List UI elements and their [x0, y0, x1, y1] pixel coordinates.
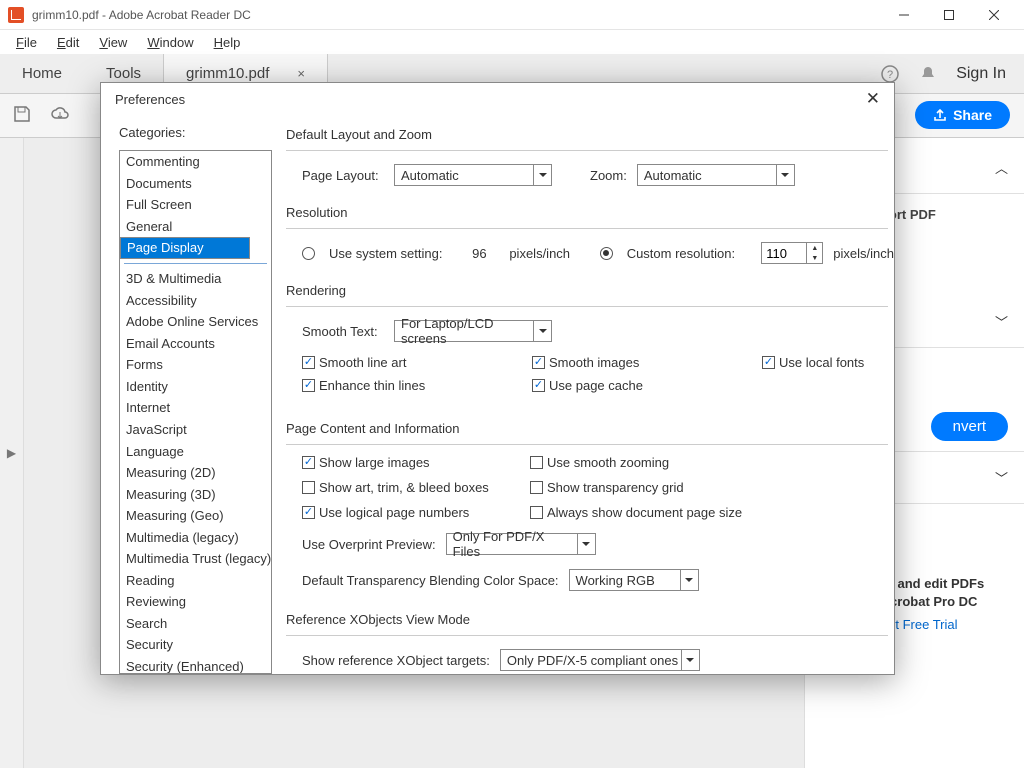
menu-view[interactable]: View: [91, 33, 135, 52]
category-item[interactable]: Page Display: [120, 237, 250, 259]
svg-text:?: ?: [887, 69, 893, 81]
convert-button[interactable]: nvert: [931, 412, 1008, 441]
category-item[interactable]: Security (Enhanced): [120, 656, 271, 674]
category-item[interactable]: 3D & Multimedia: [120, 268, 271, 290]
page-layout-label: Page Layout:: [302, 168, 384, 183]
smooth-line-art-checkbox[interactable]: Smooth line art: [302, 355, 472, 370]
chevron-down-icon[interactable]: ﹀: [995, 468, 1008, 487]
blending-label: Default Transparency Blending Color Spac…: [302, 573, 559, 588]
show-page-size-checkbox[interactable]: Always show document page size: [530, 505, 790, 520]
category-item[interactable]: Accessibility: [120, 290, 271, 312]
use-smooth-zooming-checkbox[interactable]: Use smooth zooming: [530, 455, 790, 470]
smooth-text-label: Smooth Text:: [302, 324, 384, 339]
categories-list[interactable]: CommentingDocumentsFull ScreenGeneralPag…: [119, 150, 272, 674]
window-title: grimm10.pdf - Adobe Acrobat Reader DC: [32, 8, 251, 22]
category-item[interactable]: Identity: [120, 376, 271, 398]
maximize-button[interactable]: [926, 1, 971, 29]
enhance-thin-lines-checkbox[interactable]: Enhance thin lines: [302, 378, 472, 393]
xobject-targets-select[interactable]: Only PDF/X-5 compliant ones: [500, 649, 700, 671]
dialog-title: Preferences: [115, 92, 185, 107]
tab-document-label: grimm10.pdf: [186, 65, 269, 82]
logical-page-numbers-checkbox[interactable]: Use logical page numbers: [302, 505, 522, 520]
system-setting-label: Use system setting:: [329, 246, 442, 261]
custom-resolution-label: Custom resolution:: [627, 246, 735, 261]
close-button[interactable]: [971, 1, 1016, 29]
category-item[interactable]: Search: [120, 613, 271, 635]
category-item[interactable]: General: [120, 216, 271, 238]
dialog-close-icon[interactable]: ✕: [866, 89, 880, 109]
title-bar: grimm10.pdf - Adobe Acrobat Reader DC: [0, 0, 1024, 30]
system-setting-unit: pixels/inch: [509, 246, 570, 261]
chevron-up-icon[interactable]: ︿: [995, 158, 1008, 177]
chevron-down-icon[interactable]: ﹀: [995, 312, 1008, 331]
category-item[interactable]: Reviewing: [120, 591, 271, 613]
category-item[interactable]: Forms: [120, 354, 271, 376]
show-boxes-checkbox[interactable]: Show art, trim, & bleed boxes: [302, 480, 522, 495]
help-icon[interactable]: ?: [880, 64, 900, 84]
category-item[interactable]: Documents: [120, 173, 271, 195]
smooth-text-select[interactable]: For Laptop/LCD screens: [394, 320, 552, 342]
menu-window[interactable]: Window: [139, 33, 201, 52]
custom-resolution-unit: pixels/inch: [833, 246, 894, 261]
blending-select[interactable]: Working RGB: [569, 569, 699, 591]
share-button[interactable]: Share: [915, 101, 1010, 129]
tab-home[interactable]: Home: [0, 54, 84, 93]
category-item[interactable]: Adobe Online Services: [120, 311, 271, 333]
menu-bar: File Edit View Window Help: [0, 30, 1024, 54]
category-item[interactable]: Measuring (3D): [120, 484, 271, 506]
tab-close-icon[interactable]: ×: [297, 66, 305, 81]
sign-in-link[interactable]: Sign In: [956, 65, 1006, 83]
app-icon: [8, 7, 24, 23]
xobject-targets-label: Show reference XObject targets:: [302, 653, 490, 668]
share-label: Share: [953, 107, 992, 123]
show-large-images-checkbox[interactable]: Show large images: [302, 455, 522, 470]
left-rail[interactable]: ▶: [0, 138, 24, 768]
bell-icon[interactable]: [918, 64, 938, 84]
custom-resolution-radio[interactable]: [600, 247, 613, 260]
category-item[interactable]: Measuring (2D): [120, 462, 271, 484]
category-item[interactable]: Multimedia (legacy): [120, 527, 271, 549]
overprint-select[interactable]: Only For PDF/X Files: [446, 533, 596, 555]
group-layout-heading: Default Layout and Zoom: [286, 125, 888, 151]
group-xobjects-heading: Reference XObjects View Mode: [286, 610, 888, 636]
use-page-cache-checkbox[interactable]: Use page cache: [532, 378, 702, 393]
page-layout-select[interactable]: Automatic: [394, 164, 552, 186]
group-resolution-heading: Resolution: [286, 203, 888, 229]
category-item[interactable]: Commenting: [120, 151, 271, 173]
minimize-button[interactable]: [881, 1, 926, 29]
cloud-icon[interactable]: [50, 104, 70, 127]
chevron-right-icon: ▶: [7, 446, 16, 460]
category-item[interactable]: Internet: [120, 397, 271, 419]
category-item[interactable]: Security: [120, 634, 271, 656]
menu-help[interactable]: Help: [206, 33, 249, 52]
save-icon[interactable]: [12, 104, 32, 127]
use-local-fonts-checkbox[interactable]: Use local fonts: [762, 355, 894, 370]
zoom-select[interactable]: Automatic: [637, 164, 795, 186]
category-item[interactable]: Multimedia Trust (legacy): [120, 548, 271, 570]
category-item[interactable]: Language: [120, 441, 271, 463]
category-item[interactable]: Full Screen: [120, 194, 271, 216]
category-item[interactable]: Measuring (Geo): [120, 505, 271, 527]
smooth-images-checkbox[interactable]: Smooth images: [532, 355, 702, 370]
categories-label: Categories:: [119, 125, 272, 140]
overprint-label: Use Overprint Preview:: [302, 537, 436, 552]
custom-resolution-input[interactable]: ▲▼: [761, 242, 823, 264]
preferences-dialog: Preferences ✕ Categories: CommentingDocu…: [100, 82, 895, 675]
group-rendering-heading: Rendering: [286, 281, 888, 307]
zoom-label: Zoom:: [590, 168, 627, 183]
category-item[interactable]: Email Accounts: [120, 333, 271, 355]
system-setting-radio[interactable]: [302, 247, 315, 260]
menu-file[interactable]: File: [8, 33, 45, 52]
category-item[interactable]: JavaScript: [120, 419, 271, 441]
group-pagecontent-heading: Page Content and Information: [286, 419, 888, 445]
show-transparency-grid-checkbox[interactable]: Show transparency grid: [530, 480, 790, 495]
menu-edit[interactable]: Edit: [49, 33, 87, 52]
category-item[interactable]: Reading: [120, 570, 271, 592]
system-setting-value: 96: [472, 246, 486, 261]
